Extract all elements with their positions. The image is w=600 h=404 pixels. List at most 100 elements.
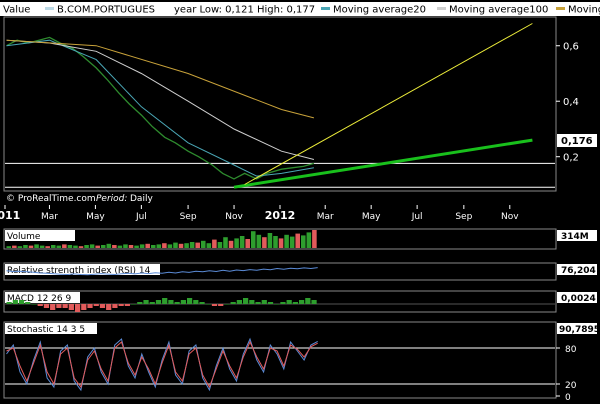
x-tick-label: Jul <box>411 212 423 222</box>
period-value: Daily <box>130 194 153 204</box>
volume-bar <box>100 245 106 248</box>
value-label: Value <box>3 5 30 16</box>
volume-bar <box>34 244 39 248</box>
volume-bar <box>50 245 56 248</box>
volume-bar <box>234 238 239 248</box>
macd-bar <box>205 304 211 305</box>
volume-bar <box>250 231 256 248</box>
stochastic-last-value: 90,7895 <box>559 325 600 335</box>
macd-bar <box>93 304 99 306</box>
ma20-legend: Moving average20 <box>333 5 426 16</box>
y-tick-label: 0,2 <box>563 153 579 164</box>
macd-bar <box>261 300 267 304</box>
macd-bar <box>299 300 305 304</box>
volume-bar <box>206 243 212 248</box>
volume-bar <box>156 244 162 248</box>
volume-bar <box>223 237 228 248</box>
volume-bar <box>150 245 156 248</box>
macd-bar <box>143 300 149 304</box>
brand-label: © ProRealTime.com <box>6 194 96 204</box>
x-tick-label: Mar <box>41 212 58 222</box>
volume-bar <box>67 245 73 248</box>
rsi-panel: Relative strength index (RSI) 14 76,204 <box>3 262 597 281</box>
volume-bar <box>78 246 84 248</box>
volume-bar <box>17 246 23 248</box>
macd-bar <box>130 304 137 305</box>
macd-bar <box>218 304 224 306</box>
macd-bar <box>193 300 199 304</box>
macd-bar <box>286 300 292 304</box>
macd-bar <box>18 300 25 304</box>
macd-bar <box>87 304 93 308</box>
macd-bar <box>199 302 205 304</box>
macd-bar <box>99 304 106 308</box>
x-tick-label: Nov <box>501 212 519 222</box>
macd-bar <box>118 304 124 306</box>
volume-bar <box>295 233 301 248</box>
volume-bar <box>123 244 128 248</box>
volume-bar <box>312 230 317 248</box>
volume-bar <box>289 236 295 248</box>
macd-bar <box>162 298 168 304</box>
macd-bar <box>249 300 255 304</box>
volume-bar <box>89 244 95 248</box>
volume-bar <box>28 245 34 248</box>
macd-bar <box>37 304 43 306</box>
macd-bar <box>180 300 186 304</box>
ma-extra-swatch <box>556 7 565 10</box>
last-price-label: 0,176 <box>561 136 593 147</box>
macd-bar <box>81 304 87 310</box>
instrument-name: B.COM.PORTUGUES <box>57 5 155 16</box>
volume-bar <box>134 245 139 248</box>
x-tick-label: Nov <box>225 212 243 222</box>
macd-bar <box>31 304 37 305</box>
price-panel: 0,6 0,4 0,2 0,176 © ProRealTime.com Period… <box>3 16 597 204</box>
volume-bar <box>200 240 206 248</box>
x-tick-label: May <box>362 212 381 222</box>
volume-bar <box>239 236 245 248</box>
macd-bar <box>124 304 130 306</box>
macd-bar <box>50 304 56 310</box>
volume-bar <box>45 246 50 248</box>
volume-bar <box>173 242 178 248</box>
volume-bar <box>112 245 117 248</box>
macd-bar <box>43 304 50 308</box>
macd-bar <box>106 304 112 310</box>
macd-bar <box>149 302 155 304</box>
macd-bar <box>274 304 280 305</box>
volume-bar <box>184 243 189 248</box>
volume-bar <box>145 243 150 248</box>
macd-bar <box>236 300 242 304</box>
x-tick-label: Jul <box>135 212 147 222</box>
volume-bar <box>245 239 250 248</box>
x-tick-label: 2012 <box>265 209 296 222</box>
stochastic-tick-label: 80 <box>565 345 577 355</box>
macd-bar <box>267 302 274 304</box>
macd-bar <box>25 302 31 304</box>
macd-last-value: 0,0024 <box>561 294 596 304</box>
macd-bar <box>112 304 118 308</box>
stock-chart: Value B.COM.PORTUGUES year Low: 0,121 Hi… <box>0 0 600 403</box>
macd-bar <box>255 302 261 304</box>
y-tick-label: 0,4 <box>563 97 579 108</box>
volume-bar <box>84 245 89 248</box>
macd-bar <box>155 300 162 304</box>
stochastic-tick-label: 20 <box>565 381 577 391</box>
volume-bar <box>267 233 273 248</box>
ma-extra-legend: Moving <box>568 5 600 16</box>
volume-bar <box>189 242 195 248</box>
x-tick-label: 2011 <box>0 209 20 222</box>
volume-bar <box>139 244 145 248</box>
volume-bar <box>262 237 267 248</box>
volume-bar <box>106 243 112 248</box>
macd-frame <box>3 290 557 313</box>
macd-bar <box>174 302 180 304</box>
macd-bar <box>242 298 249 304</box>
volume-bar <box>23 245 28 248</box>
macd-bar <box>6 302 12 304</box>
instrument-swatch <box>45 7 54 10</box>
period-label: Period: <box>96 194 127 204</box>
stochastic-title: Stochastic 14 3 5 <box>7 325 85 335</box>
year-range: year Low: 0,121 High: 0,177 <box>174 5 315 16</box>
volume-bar <box>56 245 62 248</box>
